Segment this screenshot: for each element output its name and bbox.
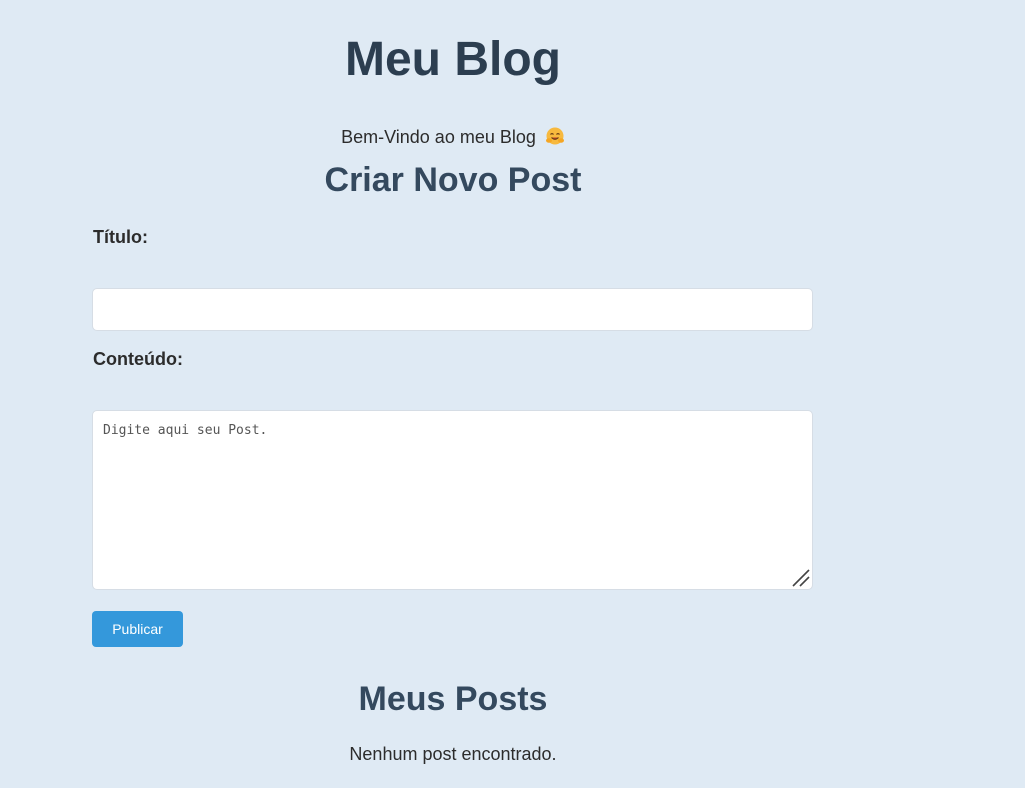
resize-handle-icon[interactable] <box>790 567 810 587</box>
welcome-message: Bem-Vindo ao meu Blog <box>93 126 813 148</box>
content-label: Conteúdo: <box>93 349 183 369</box>
empty-posts-message: Nenhum post encontrado. <box>349 744 557 764</box>
create-post-heading: Criar Novo Post <box>324 161 582 199</box>
welcome-text: Bem-Vindo ao meu Blog <box>341 127 536 147</box>
blog-page: Meu Blog Bem-Vindo ao meu Blog Criar Nov… <box>0 0 1025 788</box>
my-posts-heading: Meus Posts <box>358 680 548 718</box>
title-label: Título: <box>93 227 148 247</box>
site-title: Meu Blog <box>345 33 561 86</box>
content-textarea[interactable] <box>92 410 813 590</box>
publish-button[interactable]: Publicar <box>92 611 183 647</box>
title-input[interactable] <box>92 288 813 331</box>
hugging-face-emoji-icon <box>545 127 564 145</box>
